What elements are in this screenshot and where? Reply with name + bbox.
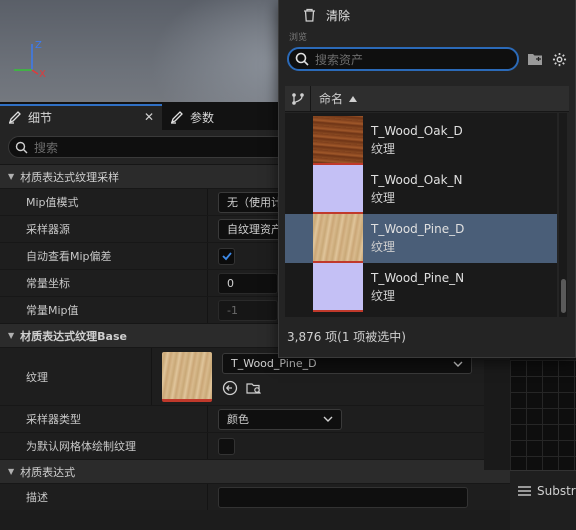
description-label: 描述 xyxy=(0,484,208,510)
browse-folder-icon[interactable] xyxy=(246,380,262,396)
asset-list-scrollbar[interactable] xyxy=(559,113,567,317)
asset-type: 纹理 xyxy=(371,142,396,156)
collapse-triangle-icon: ▼ xyxy=(8,467,15,476)
asset-count-status: 3,876 项(1 项被选中) xyxy=(287,330,406,344)
property-description: 描述 xyxy=(0,483,510,510)
substrate-panel: Substr xyxy=(510,470,576,530)
gear-icon[interactable] xyxy=(551,51,567,67)
picker-search-row: 搜索资产 xyxy=(279,44,575,74)
clear-label: 清除 xyxy=(326,8,351,23)
axis-gizmo: Z X xyxy=(14,40,46,80)
graph-sidebar xyxy=(484,360,510,470)
pencil-icon xyxy=(8,111,21,124)
details-search-input[interactable]: 搜索 xyxy=(8,136,288,158)
use-selected-arrow-icon[interactable] xyxy=(222,380,238,396)
substrate-label: Substr xyxy=(537,484,576,498)
asset-name: T_Wood_Oak_N xyxy=(371,173,463,187)
clear-button[interactable]: 清除 xyxy=(279,0,575,30)
viewport[interactable]: Z X xyxy=(0,0,278,102)
texture-asset-value: T_Wood_Pine_D xyxy=(231,357,317,370)
section-expression-label: 材质表达式 xyxy=(20,465,76,479)
asset-type: 纹理 xyxy=(371,191,396,205)
section-texture-sample-label: 材质表达式纹理采样 xyxy=(20,170,120,184)
texture-label: 纹理 xyxy=(0,348,152,405)
checkmark-icon xyxy=(221,252,232,261)
const-coord-label: 常量坐标 xyxy=(0,270,208,296)
list-item-selected[interactable]: T_Wood_Pine_D 纹理 xyxy=(285,214,557,263)
sampler-source-label: 采样器源 xyxy=(0,216,208,242)
asset-name: T_Wood_Oak_D xyxy=(371,124,463,138)
mip-mode-label: Mip值模式 xyxy=(0,189,208,215)
list-item[interactable]: T_Wood_Oak_D 纹理 xyxy=(285,116,557,165)
tab-parameters[interactable]: 参数 xyxy=(162,104,222,130)
viewport-background xyxy=(150,0,278,102)
trash-icon xyxy=(304,8,315,22)
list-item[interactable]: T_Wood_Oak_N 纹理 xyxy=(285,165,557,214)
asset-picker-popup: 清除 浏览 搜索资产 命名 T_Wood_Oak_D 纹理 T_Wood_Oak… xyxy=(278,0,576,358)
column-name-label: 命名 xyxy=(319,92,344,106)
default-mesh-checkbox[interactable] xyxy=(218,437,235,455)
collapse-triangle-icon: ▼ xyxy=(8,172,15,181)
asset-list: T_Wood_Oak_D 纹理 T_Wood_Oak_N 纹理 T_Wood_Pin… xyxy=(285,113,557,317)
section-expression[interactable]: ▼ 材质表达式 xyxy=(0,459,510,483)
tab-details-label: 细节 xyxy=(28,110,53,125)
property-sampler-type: 采样器类型 颜色 xyxy=(0,405,510,432)
asset-thumbnail xyxy=(313,263,363,312)
search-icon xyxy=(295,52,309,66)
default-mesh-label: 为默认网格体绘制纹理 xyxy=(0,433,208,459)
sampler-source-value: 自纹理资产 xyxy=(227,223,282,236)
column-name-header[interactable]: 命名 xyxy=(311,90,358,107)
asset-type: 纹理 xyxy=(371,240,396,254)
folder-icon[interactable] xyxy=(527,51,543,67)
chevron-down-icon xyxy=(323,416,333,422)
material-graph-grid[interactable] xyxy=(510,360,576,470)
tab-details[interactable]: 细节 ✕ xyxy=(0,104,162,130)
description-input[interactable] xyxy=(218,486,468,508)
pencil-icon xyxy=(170,111,183,124)
asset-thumbnail xyxy=(313,116,363,165)
close-icon[interactable]: ✕ xyxy=(144,110,154,124)
const-coord-input[interactable]: 0 xyxy=(218,272,278,294)
asset-thumbnail xyxy=(313,214,363,263)
asset-type: 纹理 xyxy=(371,289,396,303)
const-mip-input[interactable]: -1 xyxy=(218,299,278,321)
list-icon xyxy=(518,486,531,496)
gizmo-z-label: Z xyxy=(35,40,42,51)
section-texture-base-label: 材质表达式纹理Base xyxy=(20,329,127,343)
branch-icon[interactable] xyxy=(285,86,311,111)
list-item[interactable]: T_Wood_Pine_N 纹理 xyxy=(285,263,557,312)
asset-list-header: 命名 xyxy=(285,86,569,112)
chevron-down-icon xyxy=(453,361,463,367)
asset-name: T_Wood_Pine_N xyxy=(371,271,465,285)
sampler-type-label: 采样器类型 xyxy=(0,406,208,432)
auto-mip-checkbox[interactable] xyxy=(218,247,235,265)
auto-mip-label: 自动查看Mip偏差 xyxy=(0,243,208,269)
tab-parameters-label: 参数 xyxy=(190,110,215,125)
sampler-type-value: 颜色 xyxy=(227,413,249,426)
sampler-type-dropdown[interactable]: 颜色 xyxy=(218,408,342,430)
texture-thumbnail[interactable] xyxy=(162,351,212,402)
mip-mode-value: 无（使用计 xyxy=(227,196,282,209)
gizmo-x-label: X xyxy=(39,69,46,80)
asset-name: T_Wood_Pine_D xyxy=(371,222,465,236)
sort-ascending-icon xyxy=(349,95,358,102)
const-mip-label: 常量Mip值 xyxy=(0,297,208,323)
search-icon xyxy=(15,141,28,153)
asset-thumbnail xyxy=(313,165,363,214)
property-default-mesh: 为默认网格体绘制纹理 xyxy=(0,432,510,459)
details-search-placeholder: 搜索 xyxy=(34,140,59,155)
collapse-triangle-icon: ▼ xyxy=(8,331,15,340)
browse-section-label: 浏览 xyxy=(289,33,308,43)
picker-search-placeholder: 搜索资产 xyxy=(315,52,364,67)
scrollbar-thumb[interactable] xyxy=(561,279,566,313)
picker-search-input[interactable]: 搜索资产 xyxy=(287,47,519,71)
